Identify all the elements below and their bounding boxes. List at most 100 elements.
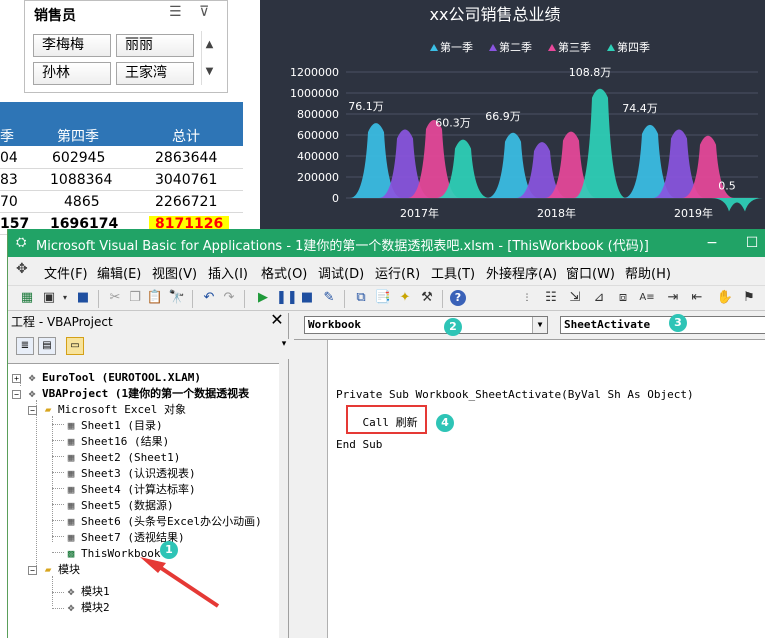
multi-select-icon[interactable]: ☰ <box>169 4 182 20</box>
menu-file[interactable]: 文件(F) <box>44 263 88 282</box>
complete-word-icon[interactable]: A≡ <box>638 289 656 307</box>
view-excel-icon[interactable]: ▦ <box>18 289 36 307</box>
data-label: 60.3万 <box>435 117 471 130</box>
paste-icon[interactable]: 📋 <box>146 289 164 307</box>
tree-item-sheet[interactable]: ▦ Sheet1 (目录) <box>64 418 163 434</box>
menu-help[interactable]: 帮助(H) <box>625 263 671 282</box>
break-icon[interactable]: ❚❚ <box>276 289 298 307</box>
table-cell[interactable]: 70 <box>0 194 18 210</box>
menu-addins[interactable]: 外接程序(A) <box>486 263 557 282</box>
procedure-dropdown[interactable]: SheetActivate <box>560 316 765 334</box>
object-dropdown[interactable]: Workbook ▼ <box>304 316 548 334</box>
slicer-item[interactable]: 丽丽 <box>116 34 194 57</box>
design-mode-icon[interactable]: ✎ <box>320 289 338 307</box>
tree-item-sheet[interactable]: ▦ Sheet4 (计算达标率) <box>64 482 196 498</box>
tree-line <box>36 400 37 570</box>
close-panel-button[interactable]: ✕ <box>268 311 286 329</box>
list-properties-icon[interactable]: ☷ <box>542 289 560 307</box>
menu-insert[interactable]: 插入(I) <box>208 263 248 282</box>
view-object-icon[interactable]: ▤ <box>38 337 56 355</box>
save-icon[interactable]: ■ <box>74 289 92 307</box>
collapse-icon[interactable]: − <box>28 565 37 575</box>
tree-item-thisworkbook[interactable]: ▩ ThisWorkbook <box>64 546 161 562</box>
tree-item-sheet[interactable]: ▦ Sheet3 (认识透视表) <box>64 466 196 482</box>
tree-item-excel-objects[interactable]: − ▰ Microsoft Excel 对象 <box>28 402 186 418</box>
reset-icon[interactable]: ■ <box>298 289 316 307</box>
redo-icon[interactable]: ↷ <box>220 289 238 307</box>
menu-view[interactable]: 视图(V) <box>152 263 197 282</box>
tree-item-module[interactable]: ✥ 模块2 <box>64 600 110 616</box>
table-cell[interactable]: 3040761 <box>155 172 217 188</box>
menu-debug[interactable]: 调试(D) <box>318 263 364 282</box>
collapse-icon[interactable]: − <box>12 389 21 399</box>
tree-line <box>52 576 53 606</box>
table-cell[interactable]: 83 <box>0 172 18 188</box>
help-icon[interactable]: ? <box>450 290 466 306</box>
slicer-scrollbar[interactable]: ▲ ▼ <box>201 31 217 85</box>
toolbar-overflow-icon[interactable]: ⋮ <box>518 289 536 307</box>
salesperson-slicer[interactable]: 销售员 ☰ ⊽ 李梅梅 丽丽 孙林 王家湾 ▲ ▼ <box>24 0 228 93</box>
expand-icon[interactable]: + <box>12 373 21 383</box>
bookmark-icon[interactable]: ⚑ <box>740 289 758 307</box>
run-icon[interactable]: ▶ <box>254 289 272 307</box>
parameter-info-icon[interactable]: ⧈ <box>614 289 632 307</box>
sheet-icon: ▦ <box>67 499 75 512</box>
table-cell[interactable]: 602945 <box>52 150 105 166</box>
tree-line <box>52 520 64 521</box>
scroll-down-icon[interactable]: ▼ <box>202 58 217 85</box>
sales-chart[interactable]: xx公司销售总业绩 第一季 第二季 第三季 第四季 1200000 1000000 80000… <box>260 0 765 230</box>
slicer-item[interactable]: 李梅梅 <box>33 34 111 57</box>
scroll-up-icon[interactable]: ▲ <box>202 31 217 58</box>
quick-info-icon[interactable]: ⊿ <box>590 289 608 307</box>
table-cell[interactable]: 2266721 <box>155 194 217 210</box>
object-browser-icon[interactable]: ✦ <box>396 289 414 307</box>
find-icon[interactable]: 🔭 <box>168 289 186 307</box>
table-cell[interactable]: 2863644 <box>155 150 217 166</box>
tree-item-module[interactable]: ✥ 模块1 <box>64 584 110 600</box>
insert-dropdown-icon[interactable]: ▾ <box>56 289 74 307</box>
toggle-folders-icon[interactable]: ▭ <box>66 337 84 355</box>
chevron-down-icon[interactable]: ▼ <box>532 317 547 333</box>
properties-icon[interactable]: 📑 <box>374 289 392 307</box>
table-cell[interactable]: 04 <box>0 150 18 166</box>
maximize-button[interactable]: ☐ <box>738 232 765 254</box>
copy-icon[interactable]: ❐ <box>126 289 144 307</box>
indent-icon[interactable]: ⇥ <box>664 289 682 307</box>
clear-filter-icon[interactable]: ⊽ <box>199 4 209 20</box>
code-editor[interactable]: Private Sub Workbook_SheetActivate(ByVal… <box>294 339 765 638</box>
menu-window[interactable]: 窗口(W) <box>566 263 615 282</box>
project-explorer-icon[interactable]: ⧉ <box>352 289 370 307</box>
tree-item-sheet[interactable]: ▦ Sheet16 (结果) <box>64 434 170 450</box>
view-code-icon[interactable]: ≣ <box>16 337 34 355</box>
vba-logo-icon[interactable]: ✥ <box>16 261 28 277</box>
toolbox-icon[interactable]: ⚒ <box>418 289 436 307</box>
menu-run[interactable]: 运行(R) <box>375 263 420 282</box>
tree-item-eurotool[interactable]: + ✥ EuroTool (EUROTOOL.XLAM) <box>12 370 201 386</box>
outdent-icon[interactable]: ⇤ <box>688 289 706 307</box>
slicer-item[interactable]: 孙林 <box>33 62 111 85</box>
tree-item-modules[interactable]: − ▰ 模块 <box>28 562 80 578</box>
menu-format[interactable]: 格式(O) <box>261 263 307 282</box>
table-cell[interactable]: 1088364 <box>50 172 112 188</box>
cut-icon[interactable]: ✂ <box>106 289 124 307</box>
tree-item-sheet[interactable]: ▦ Sheet5 (数据源) <box>64 498 174 514</box>
margin-indicator-bar[interactable] <box>294 340 328 638</box>
scroll-down-icon[interactable]: ▾ <box>279 339 289 359</box>
hand-icon[interactable]: ✋ <box>716 289 734 307</box>
undo-icon[interactable]: ↶ <box>200 289 218 307</box>
project-explorer-toolbar: ≣ ▤ ▭ <box>8 333 280 359</box>
tree-item-sheet[interactable]: ▦ Sheet6 (头条号Excel办公小动画) <box>64 514 262 530</box>
tree-item-vbaproject[interactable]: − ✥ VBAProject (1建你的第一个数据透视表 <box>12 386 249 402</box>
menu-tools[interactable]: 工具(T) <box>431 263 475 282</box>
tree-item-sheet[interactable]: ▦ Sheet2 (Sheet1) <box>64 450 181 466</box>
slicer-item[interactable]: 王家湾 <box>116 62 194 85</box>
collapse-icon[interactable]: − <box>28 405 37 415</box>
code-line[interactable]: End Sub <box>336 438 382 451</box>
legend-marker <box>430 44 438 51</box>
code-line[interactable]: Private Sub Workbook_SheetActivate(ByVal… <box>336 388 694 401</box>
title-bar[interactable]: ⛭ Microsoft Visual Basic for Application… <box>8 229 765 257</box>
list-constants-icon[interactable]: ⇲ <box>566 289 584 307</box>
table-cell[interactable]: 4865 <box>64 194 100 210</box>
minimize-button[interactable]: − <box>698 232 726 254</box>
menu-edit[interactable]: 编辑(E) <box>97 263 141 282</box>
